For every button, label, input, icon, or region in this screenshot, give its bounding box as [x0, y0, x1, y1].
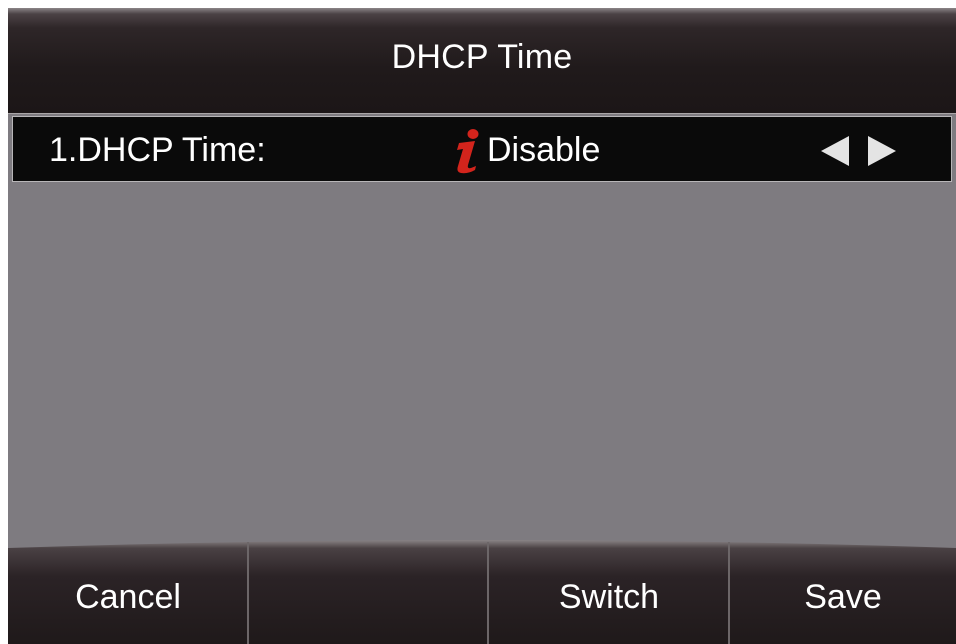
softkey-cancel[interactable]: Cancel — [8, 540, 248, 644]
softkey-switch-label: Switch — [558, 578, 660, 616]
setting-label: 1.DHCP Time: — [49, 131, 266, 169]
info-icon — [457, 129, 479, 174]
arrow-right-icon[interactable] — [868, 136, 898, 166]
phone-screen: DHCP Time 1.DHCP Time: Disable Cancel Sw… — [8, 8, 956, 644]
softkey-bar: Cancel Switch Save — [8, 540, 956, 644]
setting-row-dhcp-time[interactable]: 1.DHCP Time: Disable — [12, 116, 952, 182]
setting-value: Disable — [487, 131, 601, 169]
title-bar: DHCP Time — [8, 8, 956, 114]
softkey-save-label: Save — [804, 578, 882, 616]
softkey-switch[interactable]: Switch — [489, 540, 729, 644]
page-title: DHCP Time — [391, 38, 573, 76]
softkey-empty[interactable] — [249, 540, 489, 644]
softkey-cancel-label: Cancel — [75, 578, 181, 616]
arrow-left-icon[interactable] — [819, 136, 849, 166]
softkey-save[interactable]: Save — [730, 540, 956, 644]
